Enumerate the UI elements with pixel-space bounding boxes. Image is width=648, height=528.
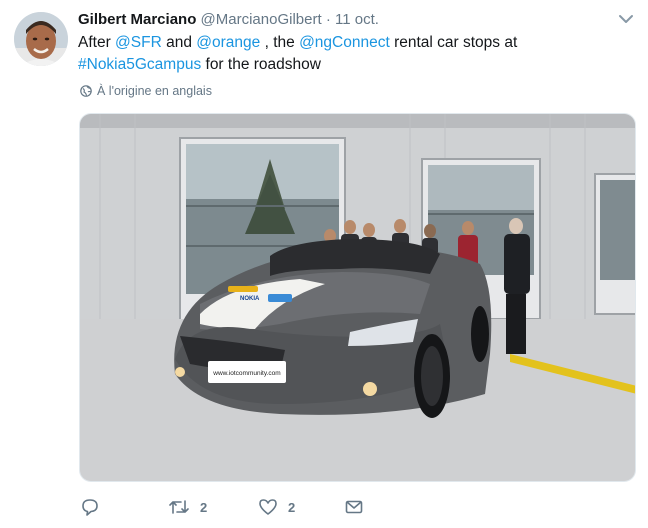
author-name[interactable]: Gilbert Marciano: [78, 11, 196, 28]
author-handle[interactable]: @MarcianoGilbert: [201, 11, 322, 28]
translation-note[interactable]: À l'origine en anglais: [80, 84, 212, 98]
date-separator: ·: [325, 11, 331, 28]
tweet-text: After @SFR and @orange , the @ngConnect …: [78, 32, 618, 76]
text-segment: , the: [260, 34, 300, 51]
chevron-down-icon[interactable]: [618, 12, 634, 26]
globe-icon: [80, 85, 92, 97]
retweet-icon: [169, 500, 189, 514]
reply-icon: [82, 499, 98, 516]
like-count: 2: [288, 499, 296, 515]
text-segment: and: [161, 34, 197, 51]
tweet-date[interactable]: 11 oct.: [335, 11, 379, 28]
mention-sfr[interactable]: @SFR: [115, 34, 162, 51]
retweet-button[interactable]: 2: [168, 497, 207, 517]
text-segment: After: [78, 34, 116, 51]
like-button[interactable]: 2: [258, 497, 295, 517]
hood-brand-text: NOKIA: [240, 296, 260, 302]
mention-ngconnect[interactable]: @ngConnect: [299, 34, 390, 51]
heart-icon: [259, 499, 277, 515]
text-segment: for the roadshow: [201, 56, 321, 73]
license-plate-text: www.iotcommunity.com: [212, 370, 280, 377]
envelope-icon: [345, 500, 363, 514]
tweet-photo[interactable]: www.iotcommunity.com NOKIA: [79, 113, 636, 482]
hashtag-nokia5gcampus[interactable]: #Nokia5Gcampus: [78, 56, 201, 73]
mention-orange[interactable]: @orange: [196, 34, 260, 51]
retweet-count: 2: [200, 499, 208, 515]
reply-button[interactable]: [80, 497, 100, 517]
translation-label: À l'origine en anglais: [97, 84, 212, 98]
text-segment: rental car stops at: [389, 34, 518, 51]
tweet-header: Gilbert Marciano @MarcianoGilbert · 11 o…: [78, 10, 379, 30]
tweet-actions: 2 2: [80, 497, 640, 519]
avatar[interactable]: [14, 12, 68, 66]
direct-message-button[interactable]: [344, 497, 364, 517]
